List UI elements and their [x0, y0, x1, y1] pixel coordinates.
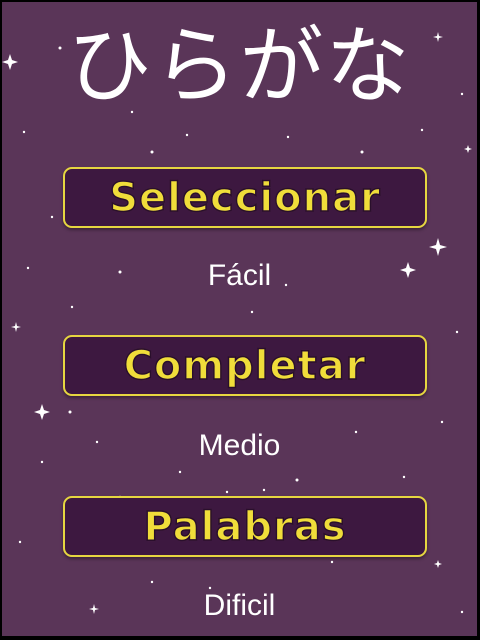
sparkle-star-icon [434, 560, 442, 568]
difficulty-label-hard: Dificil [203, 589, 276, 622]
completar-button-label: Completar [123, 342, 367, 390]
sparkle-star-icon [429, 238, 447, 256]
sparkle-star-icon [464, 145, 472, 153]
game-menu-screen: ひらがな Seleccionar Fácil Completar Medio P… [2, 2, 477, 636]
sparkle-star-icon [34, 404, 50, 420]
difficulty-label-medium: Medio [198, 429, 281, 462]
palabras-button[interactable]: Palabras [63, 496, 427, 557]
difficulty-label-easy: Fácil [207, 259, 272, 292]
game-title: ひらがな [67, 17, 412, 115]
sparkle-star-icon [11, 322, 21, 332]
palabras-button-label: Palabras [143, 503, 347, 551]
seleccionar-button[interactable]: Seleccionar [63, 167, 427, 228]
completar-button[interactable]: Completar [63, 335, 427, 396]
seleccionar-button-label: Seleccionar [108, 174, 381, 222]
